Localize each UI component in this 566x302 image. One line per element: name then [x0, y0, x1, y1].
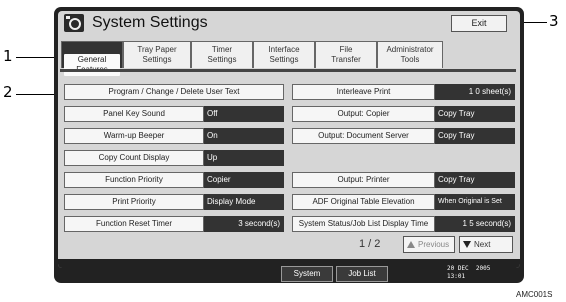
interleave-print-value: 1 0 sheet(s)	[435, 84, 515, 100]
panel-key-sound-value: Off	[204, 106, 284, 122]
up-arrow-icon	[407, 241, 415, 248]
setting-function-priority[interactable]: Function Priority Copier	[64, 172, 284, 188]
setting-interleave-print[interactable]: Interleave Print 1 0 sheet(s)	[292, 84, 515, 100]
setting-output-printer[interactable]: Output: Printer Copy Tray	[292, 172, 515, 188]
tab-interface-settings[interactable]: Interface Settings	[253, 41, 315, 68]
setting-user-text[interactable]: Program / Change / Delete User Text	[64, 84, 284, 100]
tab-tray-paper-settings[interactable]: Tray Paper Settings	[123, 41, 191, 68]
tab-general-features[interactable]: General Features	[61, 41, 123, 76]
copy-count-display-value: Up	[204, 150, 284, 166]
settings-screen: System Settings Exit General Features Tr…	[58, 11, 520, 268]
setting-status-display-time[interactable]: System Status/Job List Display Time 1 5 …	[292, 216, 515, 232]
warm-up-beeper-value: On	[204, 128, 284, 144]
previous-button[interactable]: Previous	[403, 236, 455, 253]
date-time-display: 20 DEC 2005 13:01	[447, 265, 491, 280]
output-document-server-value: Copy Tray	[435, 128, 515, 144]
system-status-button[interactable]: System Status	[281, 266, 333, 292]
setting-panel-key-sound[interactable]: Panel Key Sound Off	[64, 106, 284, 122]
page-indicator: 1 / 2	[359, 238, 381, 250]
callout-2: 2	[3, 83, 13, 101]
page-title: System Settings	[92, 14, 208, 31]
output-copier-value: Copy Tray	[435, 106, 515, 122]
callout-3: 3	[549, 12, 559, 30]
system-settings-icon	[64, 14, 84, 32]
function-priority-value: Copier	[204, 172, 284, 188]
setting-copy-count-display[interactable]: Copy Count Display Up	[64, 150, 284, 166]
title-bar: System Settings Exit	[58, 11, 520, 37]
setting-output-document-server[interactable]: Output: Document Server Copy Tray	[292, 128, 515, 144]
next-button[interactable]: Next	[459, 236, 513, 253]
setting-print-priority[interactable]: Print Priority Display Mode	[64, 194, 284, 210]
tab-timer-settings[interactable]: Timer Settings	[191, 41, 253, 68]
job-list-button[interactable]: Job List	[336, 266, 388, 282]
status-display-time-value: 1 5 second(s)	[435, 216, 515, 232]
tab-file-transfer[interactable]: File Transfer	[315, 41, 377, 68]
tab-divider	[60, 69, 516, 72]
adf-elevation-value: When Original is Set	[435, 194, 515, 210]
output-printer-value: Copy Tray	[435, 172, 515, 188]
setting-output-copier[interactable]: Output: Copier Copy Tray	[292, 106, 515, 122]
tab-administrator-tools[interactable]: Administrator Tools	[377, 41, 443, 68]
callout-1: 1	[3, 47, 13, 65]
down-arrow-icon	[463, 241, 471, 248]
exit-button[interactable]: Exit	[451, 15, 507, 32]
print-priority-value: Display Mode	[204, 194, 284, 210]
figure-code: AMC001S	[516, 290, 553, 299]
setting-function-reset-timer[interactable]: Function Reset Timer 3 second(s)	[64, 216, 284, 232]
function-reset-timer-value: 3 second(s)	[204, 216, 284, 232]
setting-warm-up-beeper[interactable]: Warm-up Beeper On	[64, 128, 284, 144]
setting-adf-original-table-elevation[interactable]: ADF Original Table Elevation When Origin…	[292, 194, 515, 210]
